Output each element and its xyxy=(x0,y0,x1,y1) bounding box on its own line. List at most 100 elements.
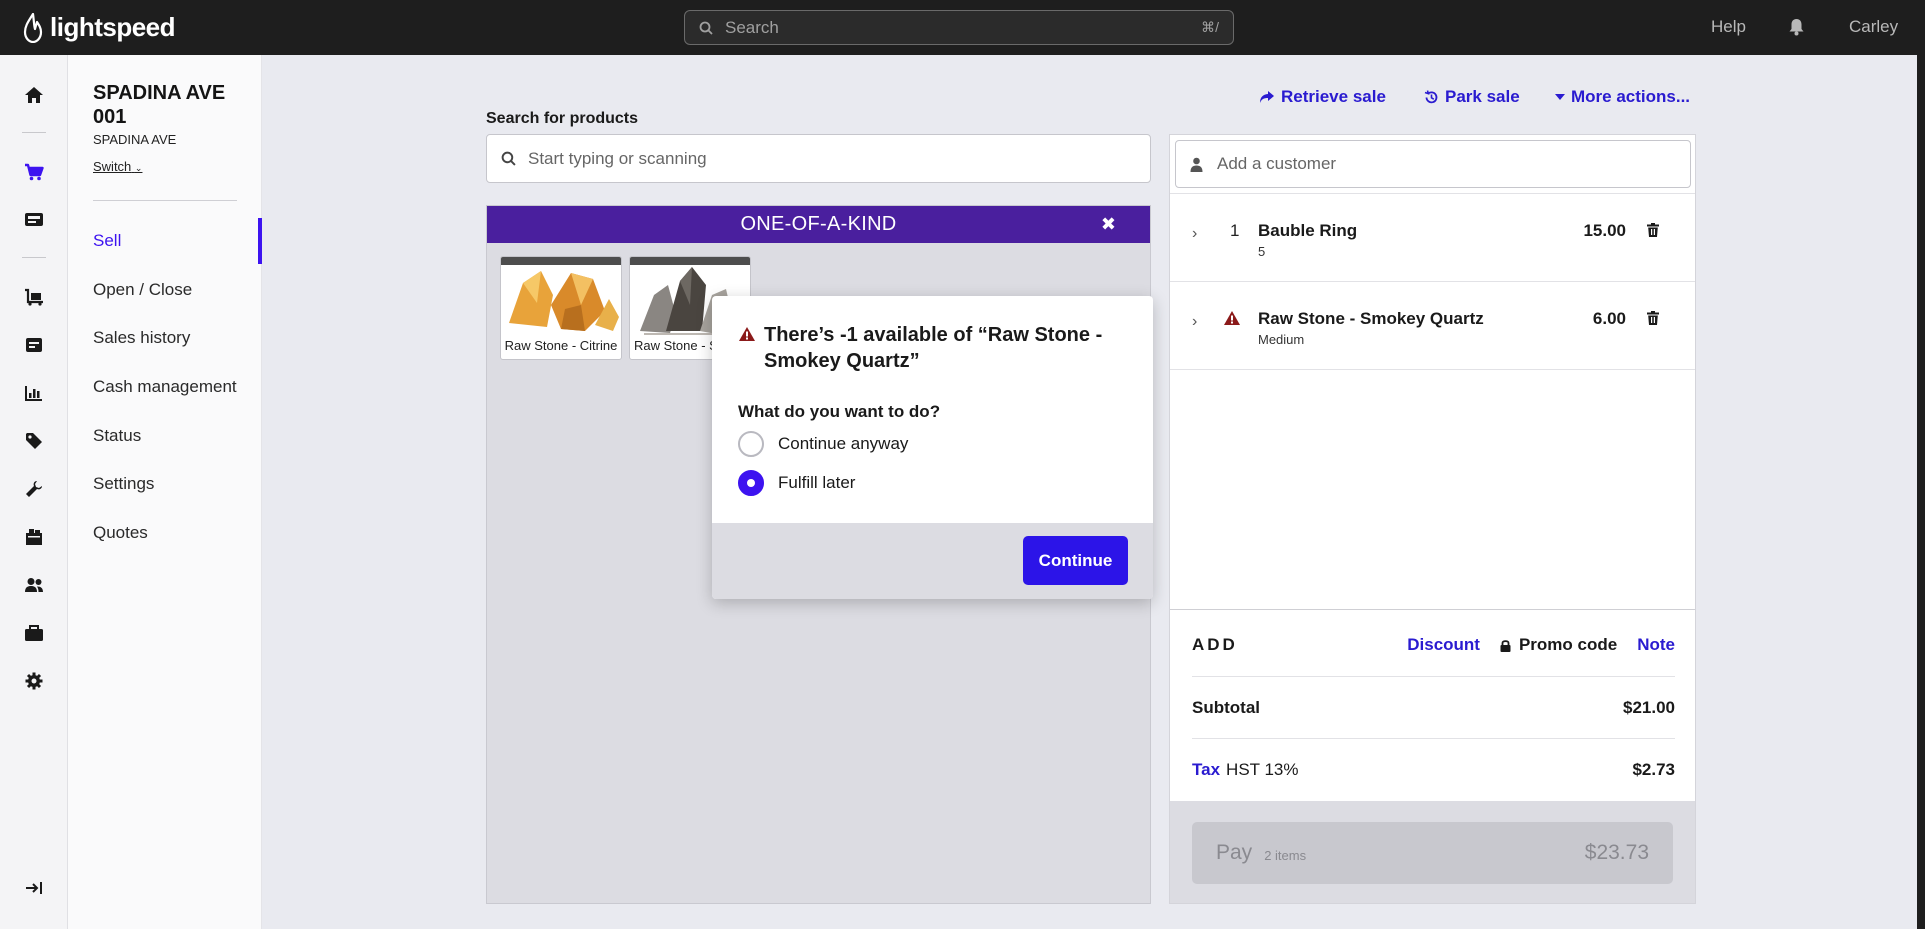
promo-code-link[interactable]: Promo code xyxy=(1500,635,1617,655)
warning-icon xyxy=(738,326,756,347)
search-shortcut: ⌘/ xyxy=(1201,19,1219,35)
sell-subnav: SPADINA AVE 001 SPADINA AVE Switch ⌄ Sel… xyxy=(68,55,262,929)
more-actions-label: More actions... xyxy=(1571,87,1691,106)
nav-item-settings[interactable]: Settings xyxy=(93,474,154,494)
register-icon[interactable] xyxy=(0,202,68,238)
close-icon[interactable]: ✖ xyxy=(1101,214,1116,235)
subtotal-label: Subtotal xyxy=(1192,698,1260,717)
switch-label: Switch xyxy=(93,159,132,174)
radio-continue-anyway[interactable] xyxy=(738,431,764,457)
cart-line-item[interactable]: › 1 Bauble Ring 5 15.00 xyxy=(1170,193,1695,281)
chevron-right-icon[interactable]: › xyxy=(1192,313,1197,331)
trash-icon[interactable] xyxy=(1647,311,1659,330)
lock-icon xyxy=(1500,639,1511,652)
group-title: ONE-OF-A-KIND xyxy=(740,213,897,235)
expand-icon[interactable] xyxy=(0,870,68,906)
pay-item-count: 2 items xyxy=(1264,847,1307,863)
inventory-icon[interactable] xyxy=(0,519,68,555)
help-link[interactable]: Help xyxy=(1711,17,1746,37)
nav-item-open-close[interactable]: Open / Close xyxy=(93,280,192,300)
chevron-down-icon: ⌄ xyxy=(134,163,143,173)
dialog-question: What do you want to do? xyxy=(738,402,941,421)
stock-icon[interactable] xyxy=(0,279,68,315)
active-nav-indicator xyxy=(258,218,262,264)
line-price: 6.00 xyxy=(1592,309,1626,328)
tools-icon[interactable] xyxy=(0,471,68,507)
nav-item-sales-history[interactable]: Sales history xyxy=(93,328,190,348)
tax-value: $2.73 xyxy=(1632,760,1675,779)
stock-warning-dialog: There’s -1 available of “Raw Stone - Smo… xyxy=(712,296,1153,599)
park-sale-button[interactable]: Park sale xyxy=(1424,87,1520,107)
option-fulfill-later[interactable]: Fulfill later xyxy=(738,470,855,496)
cart-icon[interactable] xyxy=(0,154,68,190)
product-tile-citrine[interactable]: Raw Stone - Citrine xyxy=(500,256,622,360)
line-name: Raw Stone - Smokey Quartz xyxy=(1258,309,1484,328)
continue-button[interactable]: Continue xyxy=(1023,536,1128,585)
pay-button[interactable]: Pay 2 items $23.73 xyxy=(1192,822,1673,884)
search-icon xyxy=(699,21,713,35)
product-search-label: Search for products xyxy=(486,110,639,127)
dialog-title: There’s -1 available of “Raw Stone - Smo… xyxy=(764,324,1103,372)
bell-icon[interactable] xyxy=(1788,18,1805,41)
tax-description: HST 13% xyxy=(1226,760,1299,779)
retrieve-sale-label: Retrieve sale xyxy=(1281,87,1386,106)
product-search-input[interactable]: Start typing or scanning xyxy=(486,134,1151,183)
tax-row: Tax HST 13% $2.73 xyxy=(1192,760,1675,780)
person-icon xyxy=(1190,157,1203,172)
note-link[interactable]: Note xyxy=(1637,635,1675,655)
user-menu[interactable]: Carley xyxy=(1849,17,1898,37)
rail-divider xyxy=(22,132,46,133)
rail-divider xyxy=(22,257,46,258)
caret-down-icon xyxy=(1555,94,1565,100)
briefcase-icon[interactable] xyxy=(0,615,68,651)
add-customer-input[interactable]: Add a customer xyxy=(1175,140,1691,188)
product-search-placeholder: Start typing or scanning xyxy=(528,148,707,168)
customers-icon[interactable] xyxy=(0,567,68,603)
nav-item-quotes[interactable]: Quotes xyxy=(93,523,148,543)
promo-code-label: Promo code xyxy=(1518,635,1618,654)
subtotal-row: Subtotal $21.00 xyxy=(1192,698,1675,718)
reports-icon[interactable] xyxy=(0,375,68,411)
invoice-icon[interactable] xyxy=(0,327,68,363)
add-links: Discount Promo code Note xyxy=(1407,635,1675,655)
tag-icon[interactable] xyxy=(0,423,68,459)
cart-line-item[interactable]: › Raw Stone - Smokey Quartz Medium 6.00 xyxy=(1170,281,1695,369)
line-qty: 1 xyxy=(1230,221,1240,240)
global-search-input[interactable]: Search ⌘/ xyxy=(684,10,1234,45)
option-continue-anyway[interactable]: Continue anyway xyxy=(738,431,908,457)
warning-icon xyxy=(1223,310,1241,331)
radio-fulfill-later[interactable] xyxy=(738,470,764,496)
window-edge xyxy=(1917,55,1925,929)
nav-item-cash-management[interactable]: Cash management xyxy=(93,377,237,397)
nav-item-status[interactable]: Status xyxy=(93,426,141,446)
more-actions-button[interactable]: More actions... xyxy=(1555,87,1690,107)
store-name: SPADINA AVE 001 xyxy=(93,82,226,128)
sale-cart: Add a customer › 1 Bauble Ring 5 15.00 ›… xyxy=(1169,134,1696,904)
home-icon[interactable] xyxy=(0,77,68,113)
lightspeed-logo[interactable]: lightspeed xyxy=(22,12,176,43)
cart-divider xyxy=(1170,609,1695,610)
citrine-image xyxy=(501,265,621,335)
switch-store-button[interactable]: Switch ⌄ xyxy=(93,159,142,174)
trash-icon[interactable] xyxy=(1647,223,1659,242)
global-search-placeholder: Search xyxy=(725,17,779,37)
settings-icon[interactable] xyxy=(0,663,68,699)
add-customer-placeholder: Add a customer xyxy=(1217,154,1337,173)
line-price: 15.00 xyxy=(1583,221,1626,240)
tax-link[interactable]: Tax xyxy=(1192,760,1220,780)
cart-divider xyxy=(1192,738,1675,739)
retrieve-sale-button[interactable]: Retrieve sale xyxy=(1259,87,1386,107)
nav-item-sell[interactable]: Sell xyxy=(93,231,121,251)
line-variant: 5 xyxy=(1258,244,1266,259)
tile-bar xyxy=(630,257,750,265)
tile-bar xyxy=(501,257,621,265)
top-bar: lightspeed Search ⌘/ Help Carley xyxy=(0,0,1925,55)
add-row: ADD Discount Promo code Note xyxy=(1192,635,1675,655)
quick-keys-group-header: ONE-OF-A-KIND xyxy=(487,206,1150,243)
chevron-right-icon[interactable]: › xyxy=(1192,225,1197,243)
subnav-divider xyxy=(93,200,237,201)
share-arrow-icon xyxy=(1260,91,1274,103)
history-icon xyxy=(1424,89,1438,103)
line-name: Bauble Ring xyxy=(1258,221,1358,240)
discount-link[interactable]: Discount xyxy=(1407,635,1480,655)
